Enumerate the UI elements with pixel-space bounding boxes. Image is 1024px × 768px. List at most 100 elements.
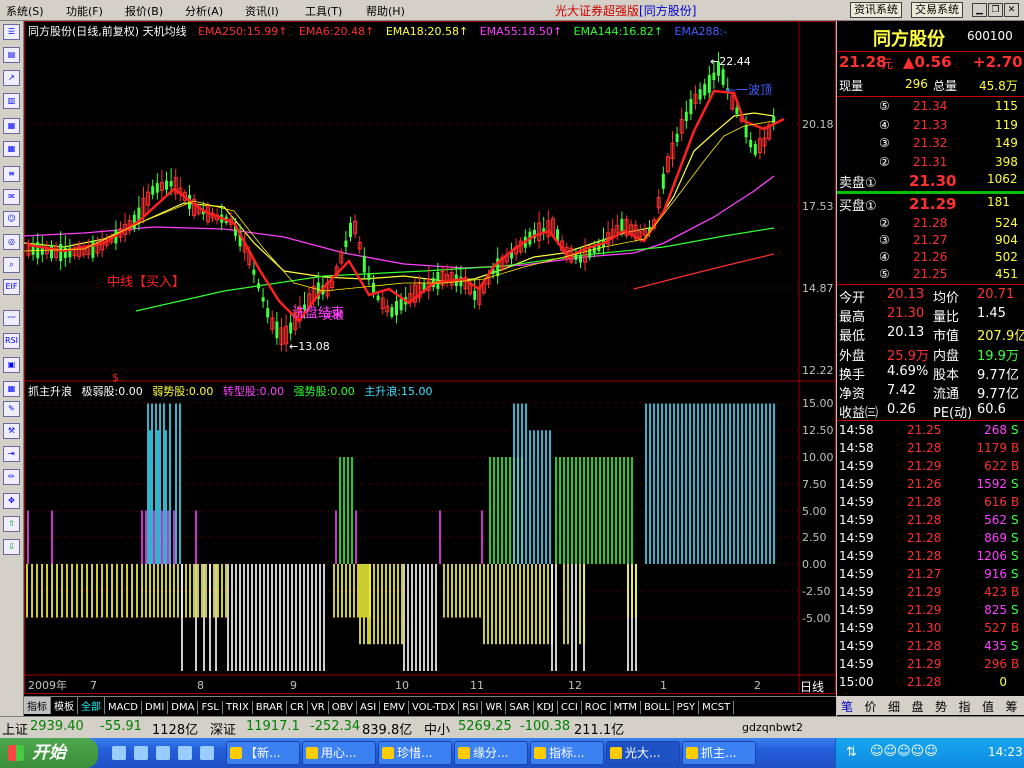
- mail-icon[interactable]: ✉: [3, 189, 20, 205]
- tick-row[interactable]: 14:59 21.28 562 S: [837, 513, 1023, 531]
- close-icon[interactable]: ✕: [1004, 3, 1019, 17]
- tick-row[interactable]: 14:59 21.29 296 B: [837, 657, 1023, 675]
- quote-tab[interactable]: 盘: [912, 698, 924, 715]
- quicklaunch-media-icon[interactable]: [156, 746, 170, 760]
- sort-icon[interactable]: ≡: [3, 166, 20, 182]
- quote-tab[interactable]: 筹: [1006, 698, 1018, 715]
- candle-chart-icon[interactable]: ▥: [3, 93, 20, 109]
- trade-system-button[interactable]: 交易系统: [911, 2, 963, 18]
- indicator-tab-fsl[interactable]: FSL: [198, 701, 223, 714]
- period-label[interactable]: 日线: [800, 680, 824, 694]
- indicator-tab-psy[interactable]: PSY: [674, 701, 700, 714]
- tick-row[interactable]: 14:58 21.25 268 S: [837, 423, 1023, 441]
- menu-info[interactable]: 资讯(I): [245, 3, 279, 19]
- quote-tab[interactable]: 值: [982, 698, 994, 715]
- indicator-tab-boll[interactable]: BOLL: [641, 701, 674, 714]
- indicator-tab-asi[interactable]: ASI: [357, 701, 381, 714]
- tick-row[interactable]: 14:59 21.28 616 B: [837, 495, 1023, 513]
- menu-function[interactable]: 功能(F): [66, 3, 103, 19]
- indicator-tab-vr[interactable]: VR: [308, 701, 329, 714]
- info-system-button[interactable]: 资讯系统: [850, 2, 902, 18]
- etf-icon[interactable]: EIF: [3, 279, 20, 295]
- search-icon[interactable]: ⌕: [3, 257, 20, 273]
- indicator-tab-全部[interactable]: 全部: [78, 697, 105, 714]
- tick-row[interactable]: 14:59 21.29 423 B: [837, 585, 1023, 603]
- indicator-tab-dmi[interactable]: DMI: [142, 701, 169, 714]
- taskbar-item[interactable]: 抓主...: [682, 741, 756, 765]
- tick-row[interactable]: 14:59 21.27 916 S: [837, 567, 1023, 585]
- quicklaunch-ie-icon[interactable]: [112, 746, 126, 760]
- wrench-icon[interactable]: ⚒: [3, 423, 20, 439]
- indicator-tab-brar[interactable]: BRAR: [253, 701, 287, 714]
- menu-quote[interactable]: 报价(B): [125, 3, 163, 19]
- indicator-tab-wr[interactable]: WR: [482, 701, 507, 714]
- indicator-tab-vol-tdx[interactable]: VOL-TDX: [409, 701, 460, 714]
- clock[interactable]: 14:23: [988, 745, 1023, 759]
- menu-analysis[interactable]: 分析(A): [185, 3, 223, 19]
- quote-tab[interactable]: 笔: [841, 698, 853, 715]
- quote-tab[interactable]: 细: [888, 698, 900, 715]
- quote-tab[interactable]: 价: [865, 698, 877, 715]
- indicator-tab-obv[interactable]: OBV: [329, 701, 357, 714]
- tick-row[interactable]: 14:58 21.28 1179 B: [837, 441, 1023, 459]
- indicator-tab-dma[interactable]: DMA: [168, 701, 199, 714]
- users-icon[interactable]: ☺: [3, 211, 20, 227]
- menu-tools[interactable]: 工具(T): [305, 3, 342, 19]
- menu-help[interactable]: 帮助(H): [366, 3, 405, 19]
- taskbar-item[interactable]: 用心...: [302, 741, 376, 765]
- indicator-tab-cr[interactable]: CR: [287, 701, 308, 714]
- qq-icon[interactable]: ☺☺☺☺☺: [870, 744, 938, 759]
- indicator-tab-sar[interactable]: SAR: [506, 701, 534, 714]
- indicator-tab-mtm[interactable]: MTM: [611, 701, 641, 714]
- indicator-tab-rsi[interactable]: RSI: [459, 701, 483, 714]
- taskbar-item[interactable]: 光大...: [606, 741, 680, 765]
- indicator-tab-roc[interactable]: ROC: [582, 701, 611, 714]
- tick-row[interactable]: 14:59 21.28 869 S: [837, 531, 1023, 549]
- taskbar-item[interactable]: 指标...: [530, 741, 604, 765]
- move-icon[interactable]: ✥: [3, 493, 20, 509]
- rsi-icon[interactable]: RSI: [3, 333, 20, 349]
- tick-row[interactable]: 14:59 21.29 825 S: [837, 603, 1023, 621]
- indicator-tab-macd[interactable]: MACD: [105, 701, 142, 714]
- table-icon[interactable]: ▦: [3, 381, 20, 397]
- menu-system[interactable]: 系统(S): [6, 3, 44, 19]
- tick-row[interactable]: 14:59 21.28 1206 S: [837, 549, 1023, 567]
- indicator-tab-指标[interactable]: 指标: [24, 697, 51, 714]
- taskbar-item[interactable]: 珍惜...: [378, 741, 452, 765]
- tick-row[interactable]: 14:59 21.29 622 B: [837, 459, 1023, 477]
- quicklaunch-desktop-icon[interactable]: [134, 746, 148, 760]
- tick-row[interactable]: 14:59 21.28 435 S: [837, 639, 1023, 657]
- exit-icon[interactable]: ⇥: [3, 446, 20, 462]
- quote-tab[interactable]: 指: [959, 698, 971, 715]
- quicklaunch-app-icon[interactable]: [178, 746, 192, 760]
- indicator-tab-模板[interactable]: 模板: [51, 697, 78, 714]
- pen-icon[interactable]: ✎: [3, 401, 20, 417]
- arrow-down-icon[interactable]: ⇩: [3, 539, 20, 555]
- indicator-tab-emv[interactable]: EMV: [380, 701, 409, 714]
- list-icon[interactable]: ☰: [3, 24, 20, 40]
- tick-row[interactable]: 14:59 21.26 1592 S: [837, 477, 1023, 495]
- monitor-icon[interactable]: ▣: [3, 357, 20, 373]
- minimize-icon[interactable]: ▁: [972, 3, 987, 17]
- chart-area[interactable]: 20.18 17.53 14.87 12.22 15.00 12.50 10.0…: [24, 21, 836, 694]
- candlestick-chart[interactable]: 20.18 17.53 14.87 12.22 15.00 12.50 10.0…: [24, 21, 836, 694]
- network-icon[interactable]: ⇅: [846, 745, 857, 760]
- arrow-up-icon[interactable]: ⇧: [3, 516, 20, 532]
- indicator-tab-cci[interactable]: CCI: [558, 701, 582, 714]
- detail-icon[interactable]: ▤: [3, 47, 20, 63]
- taskbar-item[interactable]: 【新...: [226, 741, 300, 765]
- wave-icon[interactable]: 〰: [3, 310, 20, 326]
- pencil-icon[interactable]: ✏: [3, 469, 20, 485]
- start-button[interactable]: 开始: [0, 738, 98, 768]
- globe-icon[interactable]: ◎: [3, 234, 20, 250]
- grid-icon[interactable]: ▦: [3, 141, 20, 157]
- indicator-tab-mcst[interactable]: MCST: [699, 701, 735, 714]
- line-chart-icon[interactable]: ↗: [3, 70, 20, 86]
- quote-tab[interactable]: 势: [935, 698, 947, 715]
- indicator-tab-kdj[interactable]: KDJ: [534, 701, 558, 714]
- indicator-tab-trix[interactable]: TRIX: [223, 701, 253, 714]
- taskbar-item[interactable]: 缘分...: [454, 741, 528, 765]
- quicklaunch-folder-icon[interactable]: [200, 746, 214, 760]
- tick-row[interactable]: 15:00 21.28 0: [837, 675, 1023, 693]
- report-icon[interactable]: ▦: [3, 118, 20, 134]
